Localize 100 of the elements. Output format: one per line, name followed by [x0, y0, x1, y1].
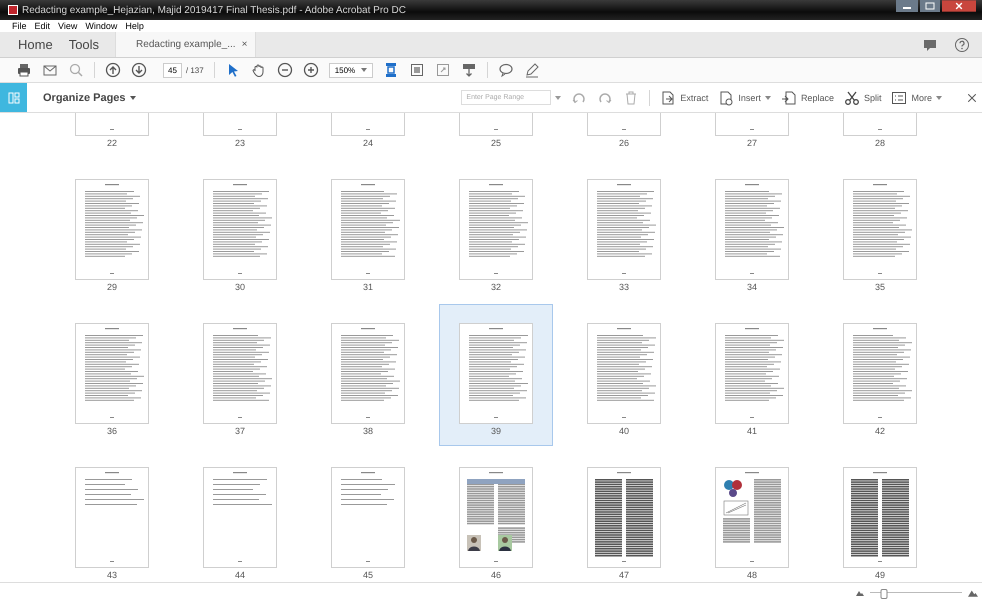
zoom-dropdown[interactable]: 150%: [328, 62, 374, 78]
menu-item[interactable]: View: [58, 21, 78, 31]
page-thumbnail[interactable]: [843, 467, 917, 568]
page-thumbnail[interactable]: [459, 179, 533, 280]
page-tile[interactable]: 38: [312, 305, 424, 445]
page-tile[interactable]: 41: [696, 305, 808, 445]
page-thumbnail[interactable]: [331, 179, 405, 280]
page-tile[interactable]: 31: [312, 161, 424, 301]
page-tile[interactable]: 22: [56, 113, 168, 157]
page-thumbnail[interactable]: [331, 467, 405, 568]
page-action-button[interactable]: Insert: [718, 90, 771, 106]
page-action-button[interactable]: Extract: [660, 90, 708, 106]
page-tile[interactable]: 40: [568, 305, 680, 445]
page-thumbnail[interactable]: [715, 467, 789, 568]
page-thumbnail[interactable]: [203, 179, 277, 280]
page-thumbnail[interactable]: [715, 179, 789, 280]
zoom-in-icon[interactable]: [302, 62, 319, 78]
tab-close[interactable]: ×: [242, 39, 248, 50]
page-tile[interactable]: 32: [440, 161, 552, 301]
menu-item[interactable]: File: [12, 21, 27, 31]
page-tile[interactable]: 43: [56, 449, 168, 582]
action-label: Split: [864, 92, 882, 102]
page-thumbnail[interactable]: [203, 467, 277, 568]
print-icon[interactable]: [16, 62, 32, 78]
page-tile[interactable]: 23: [184, 113, 296, 157]
full-screen-icon[interactable]: [435, 62, 452, 78]
page-thumbnail[interactable]: [75, 179, 149, 280]
search-icon[interactable]: [68, 62, 84, 78]
arrow-down-icon[interactable]: [131, 62, 147, 78]
page-thumbnail[interactable]: [331, 323, 405, 424]
slider-thumb[interactable]: [880, 589, 888, 599]
help-icon[interactable]: [954, 36, 970, 52]
page-action-button[interactable]: More: [891, 90, 942, 106]
page-number-field[interactable]: 45: [163, 62, 182, 78]
page-number: 27: [746, 138, 757, 149]
pen-icon[interactable]: [524, 62, 540, 78]
nav-tab[interactable]: Tools: [68, 37, 100, 52]
page-tile[interactable]: 49: [824, 449, 936, 582]
minimize-icon[interactable]: [896, 0, 918, 12]
page-tile[interactable]: 39: [440, 305, 552, 445]
arrow-up-icon[interactable]: [105, 62, 121, 78]
page-number: 46: [490, 570, 501, 581]
page-tile[interactable]: 26: [568, 113, 680, 157]
zoom-slider[interactable]: [870, 588, 962, 598]
page-thumbnail[interactable]: [75, 323, 149, 424]
page-action-button[interactable]: Replace: [780, 90, 834, 106]
page-thumbnail[interactable]: [587, 179, 661, 280]
page-number: 37: [234, 426, 245, 437]
nav-tab[interactable]: Home: [18, 37, 53, 52]
page-number: 25: [490, 138, 501, 149]
page-number: 48: [746, 570, 757, 581]
menu-item[interactable]: Help: [125, 21, 144, 31]
page-tile[interactable]: 34: [696, 161, 808, 301]
page-tile[interactable]: 47: [568, 449, 680, 582]
large-page-icon[interactable]: [968, 589, 978, 597]
page-tile[interactable]: 27: [696, 113, 808, 157]
page-thumbnail[interactable]: [459, 323, 533, 424]
document-tab[interactable]: Redacting example_... ×: [115, 32, 256, 57]
page-thumbnail[interactable]: [715, 323, 789, 424]
page-tile[interactable]: 46: [440, 449, 552, 582]
page-thumbnail[interactable]: [587, 323, 661, 424]
page-tile[interactable]: 42: [824, 305, 936, 445]
page-tile[interactable]: 24: [312, 113, 424, 157]
comment-icon[interactable]: [498, 62, 514, 78]
page-thumbnail[interactable]: [843, 323, 917, 424]
page-tile[interactable]: 25: [440, 113, 552, 157]
page-tile[interactable]: 45: [312, 449, 424, 582]
page-number: 44: [234, 570, 245, 581]
close-icon[interactable]: [966, 92, 978, 104]
close-icon[interactable]: [942, 0, 976, 12]
page-thumbnail[interactable]: [459, 467, 533, 568]
page-tile[interactable]: 48: [696, 449, 808, 582]
page-tile[interactable]: 44: [184, 449, 296, 582]
menu-item[interactable]: Window: [85, 21, 118, 31]
page-thumbnail[interactable]: [203, 323, 277, 424]
read-mode-icon[interactable]: [461, 62, 478, 78]
page-tile[interactable]: 30: [184, 161, 296, 301]
caret-icon[interactable]: [555, 96, 562, 100]
page-tile[interactable]: 37: [184, 305, 296, 445]
organize-panel-button[interactable]: [0, 83, 27, 112]
page-thumbnail[interactable]: [587, 467, 661, 568]
document-icon[interactable]: [409, 62, 426, 78]
pages-icon: [8, 92, 20, 104]
page-thumbnail[interactable]: [843, 179, 917, 280]
page-number: 29: [106, 282, 117, 293]
action-label: Insert: [738, 92, 761, 102]
page-tile[interactable]: 36: [56, 305, 168, 445]
page-tile[interactable]: 35: [824, 161, 936, 301]
page-action-button[interactable]: Split: [844, 90, 882, 106]
caret-icon: [130, 96, 136, 100]
page-number: 42: [874, 426, 885, 437]
page-thumbnail[interactable]: [75, 467, 149, 568]
small-page-icon[interactable]: [856, 590, 864, 596]
replace-icon: [780, 90, 797, 106]
page-tile[interactable]: 29: [56, 161, 168, 301]
zoom-out-icon[interactable]: [276, 62, 293, 78]
page-tile[interactable]: 33: [568, 161, 680, 301]
page-tile[interactable]: 28: [824, 113, 936, 157]
menu-item[interactable]: Edit: [34, 21, 50, 31]
maximize-icon[interactable]: [919, 0, 941, 12]
